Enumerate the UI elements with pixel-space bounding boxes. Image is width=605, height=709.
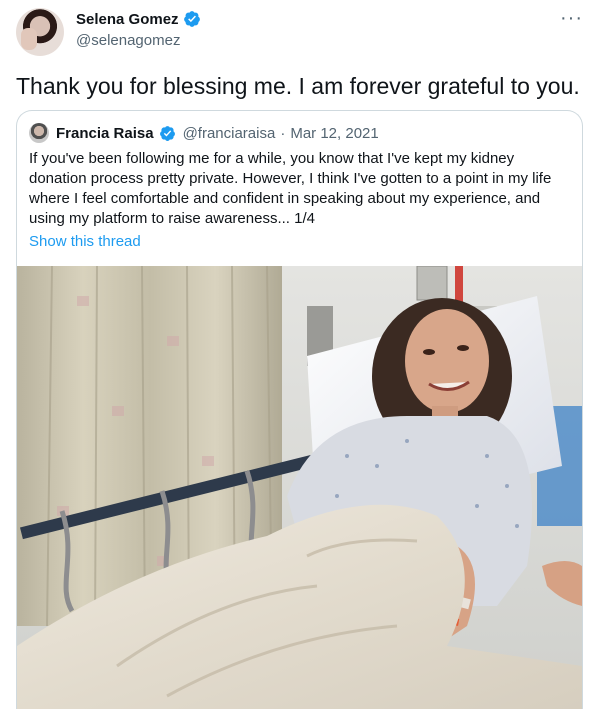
quoted-tweet-text: If you've been following me for a while,… xyxy=(29,150,552,227)
author-display-name[interactable]: Selena Gomez xyxy=(76,11,179,28)
show-thread-link[interactable]: Show this thread xyxy=(29,233,141,250)
quoted-tweet-photo[interactable] xyxy=(17,266,582,709)
quoted-tweet-header: Francia Raisa @franciaraisa · Mar 12, 20… xyxy=(29,123,379,143)
tweet: Selena Gomez @selenagomez ··· Thank you … xyxy=(0,0,605,709)
author-handle[interactable]: @selenagomez xyxy=(76,32,180,49)
tweet-header: Selena Gomez @selenagomez ··· xyxy=(16,8,589,58)
tweet-text: Thank you for blessing me. I am forever … xyxy=(16,73,580,99)
more-options-icon[interactable]: ··· xyxy=(560,8,583,28)
quoted-tweet[interactable]: Francia Raisa @franciaraisa · Mar 12, 20… xyxy=(16,110,583,709)
quoted-handle[interactable]: @franciaraisa xyxy=(183,125,276,142)
quoted-date[interactable]: Mar 12, 2021 xyxy=(290,125,378,142)
avatar-hand xyxy=(21,28,37,50)
separator-dot: · xyxy=(280,124,286,142)
avatar[interactable] xyxy=(16,8,64,56)
quoted-display-name[interactable]: Francia Raisa xyxy=(56,125,154,142)
verified-badge-icon xyxy=(183,11,200,27)
author-name-row: Selena Gomez xyxy=(76,10,201,28)
quoted-verified-badge-icon xyxy=(159,125,175,141)
quoted-avatar[interactable] xyxy=(29,123,49,143)
hospital-bed-photo xyxy=(17,266,582,709)
